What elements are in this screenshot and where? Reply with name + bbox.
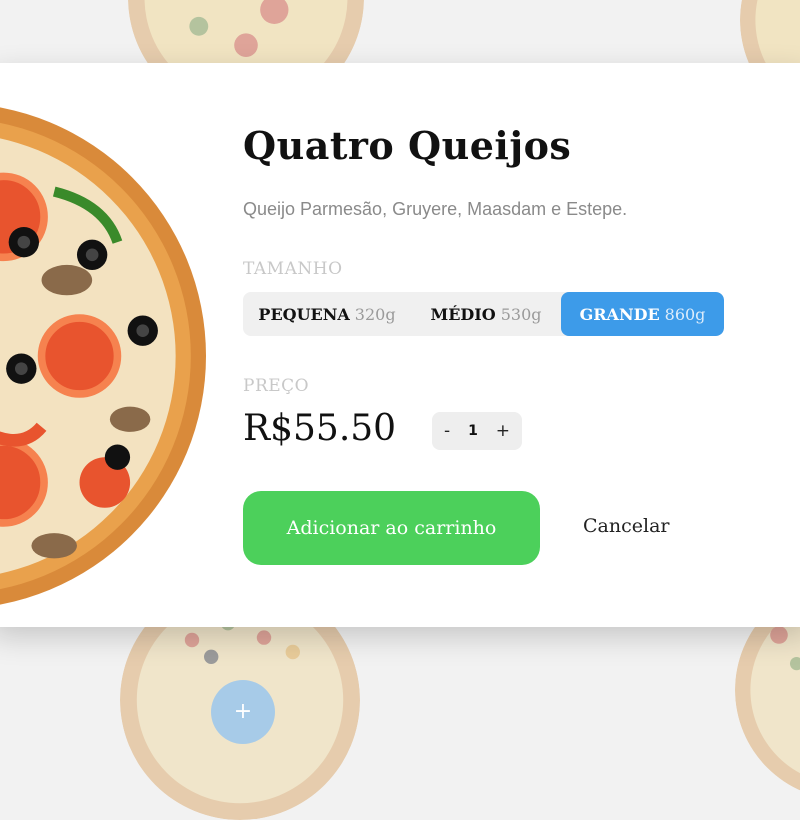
size-name: MÉDIO: [430, 304, 496, 324]
price-section-label: PREÇO: [243, 376, 310, 396]
size-weight: 860g: [664, 304, 706, 324]
background-add-button[interactable]: +: [211, 680, 275, 744]
size-selector: PEQUENA 320g MÉDIO 530g GRANDE 860g: [243, 292, 724, 336]
size-weight: 320g: [354, 304, 396, 324]
add-to-cart-button[interactable]: Adicionar ao carrinho: [243, 491, 540, 565]
pizza-image: [0, 103, 206, 609]
size-name: GRANDE: [579, 304, 660, 324]
decrement-button[interactable]: -: [440, 421, 454, 441]
price-value: R$55.50: [243, 408, 397, 449]
product-title: Quatro Queijos: [243, 123, 572, 168]
size-option-medio[interactable]: MÉDIO 530g: [411, 292, 561, 336]
increment-button[interactable]: +: [492, 421, 514, 441]
product-description: Queijo Parmesão, Gruyere, Maasdam e Este…: [243, 199, 628, 219]
quantity-value: 1: [468, 423, 478, 439]
cancel-button[interactable]: Cancelar: [583, 515, 669, 537]
size-weight: 530g: [500, 304, 542, 324]
size-option-grande[interactable]: GRANDE 860g: [561, 292, 724, 336]
quantity-stepper: - 1 +: [432, 412, 522, 450]
product-modal: Quatro Queijos Queijo Parmesão, Gruyere,…: [0, 63, 800, 627]
size-section-label: TAMANHO: [243, 259, 343, 279]
plus-icon: +: [233, 699, 253, 724]
size-option-pequena[interactable]: PEQUENA 320g: [243, 292, 411, 336]
size-name: PEQUENA: [258, 304, 350, 324]
